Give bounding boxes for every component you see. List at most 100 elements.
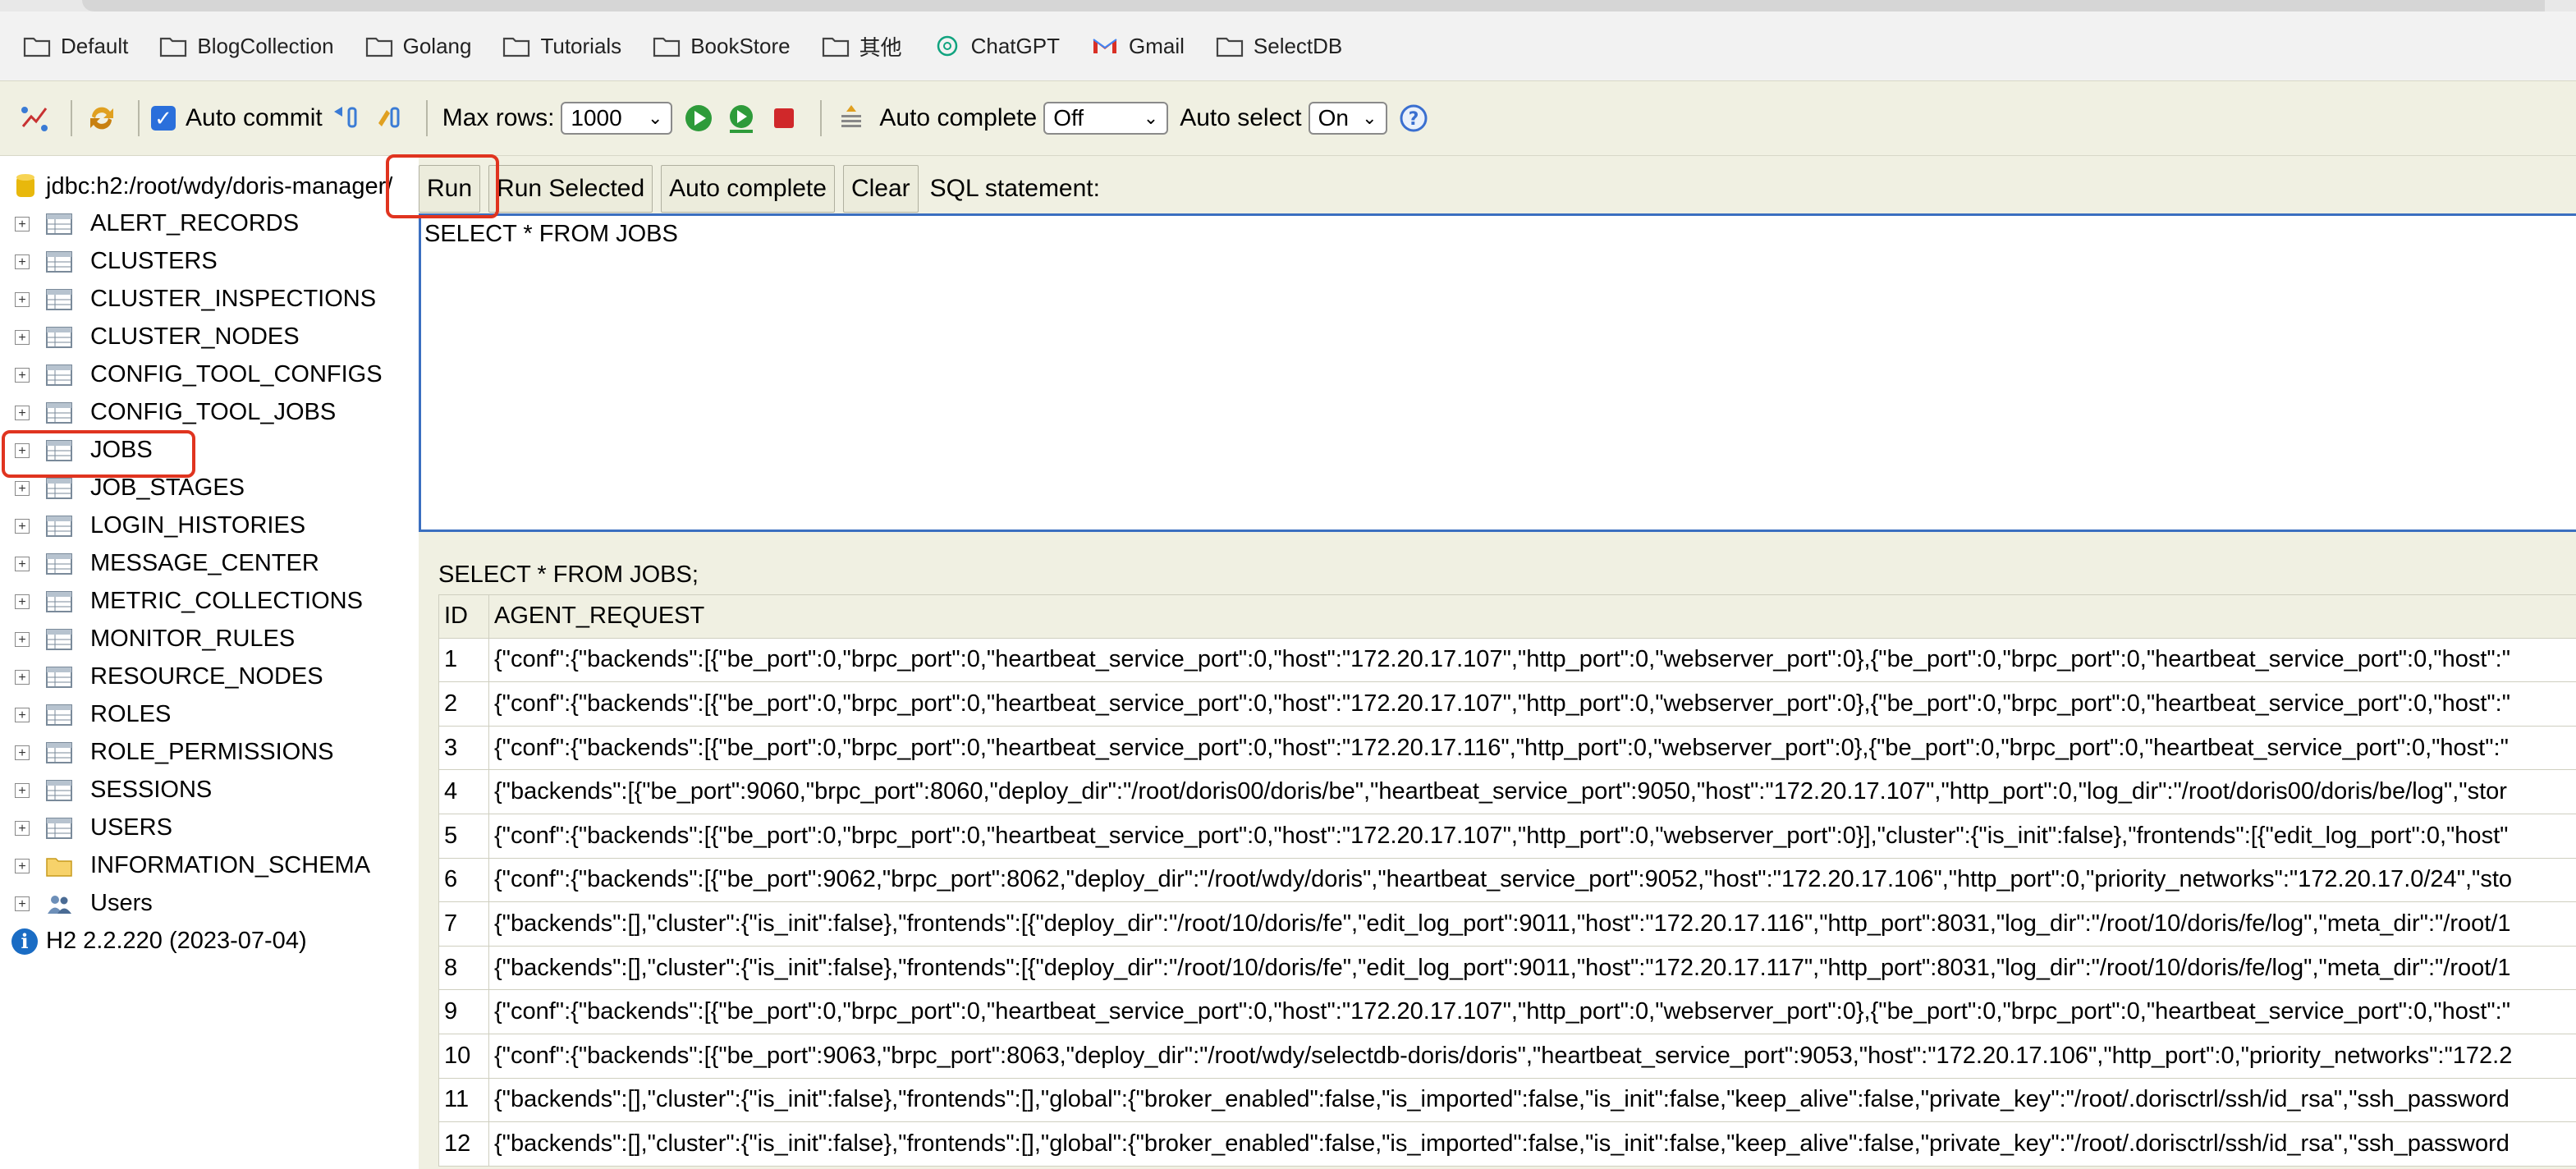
expand-icon[interactable]: +: [15, 518, 30, 534]
expand-icon[interactable]: +: [15, 254, 30, 269]
table-row[interactable]: 1 {"conf":{"backends":[{"be_port":0,"brpc…: [438, 638, 2576, 683]
auto-select-select[interactable]: On ⌄: [1308, 102, 1387, 135]
expand-icon[interactable]: +: [15, 556, 30, 571]
tree-item-metric-collections[interactable]: + METRIC_COLLECTIONS: [15, 588, 363, 615]
disconnect-icon[interactable]: [16, 100, 53, 136]
table-row[interactable]: 6 {"conf":{"backends":[{"be_port":9062,"b…: [438, 858, 2576, 903]
table-icon: [46, 515, 72, 537]
bookmark-bookstore[interactable]: BookStore: [653, 34, 791, 59]
bookmark-blogcollection[interactable]: BlogCollection: [159, 34, 334, 59]
tree-item-config-tool-configs[interactable]: + CONFIG_TOOL_CONFIGS: [15, 361, 383, 388]
bookmark-chatgpt[interactable]: ChatGPT: [933, 34, 1060, 59]
auto-complete-button[interactable]: Auto complete: [661, 165, 835, 213]
auto-complete-label: Auto complete: [879, 104, 1038, 131]
expand-icon[interactable]: +: [15, 745, 30, 760]
tree-item-cluster-nodes[interactable]: + CLUSTER_NODES: [15, 323, 300, 351]
table-row[interactable]: 2 {"conf":{"backends":[{"be_port":0,"brpc…: [438, 682, 2576, 727]
tree-item-users-group[interactable]: + Users: [15, 890, 153, 917]
expand-icon[interactable]: +: [15, 707, 30, 722]
expand-icon[interactable]: +: [15, 329, 30, 345]
cell-agent-request: {"backends":[],"cluster":{"is_init":fals…: [494, 1086, 2510, 1113]
table-row[interactable]: 5 {"conf":{"backends":[{"be_port":0,"brpc…: [438, 814, 2576, 859]
help-icon[interactable]: ?: [1396, 100, 1432, 136]
tree-item-alert-records[interactable]: + ALERT_RECORDS: [15, 210, 299, 237]
clear-button[interactable]: Clear: [842, 165, 919, 213]
expand-icon[interactable]: +: [15, 594, 30, 609]
expand-icon[interactable]: +: [15, 669, 30, 685]
auto-complete-select[interactable]: Off ⌄: [1043, 102, 1169, 135]
tree-item-roles[interactable]: + ROLES: [15, 701, 171, 728]
chevron-down-icon: ⌄: [647, 108, 663, 128]
run-step-icon[interactable]: [723, 100, 759, 136]
column-header-agent-request[interactable]: AGENT_REQUEST: [489, 595, 2576, 638]
tree-item-cluster-inspections[interactable]: + CLUSTER_INSPECTIONS: [15, 286, 376, 313]
toolbar-divider: [138, 100, 140, 136]
tree-item-message-center[interactable]: + MESSAGE_CENTER: [15, 550, 319, 577]
expand-icon[interactable]: +: [15, 216, 30, 232]
stop-icon[interactable]: [766, 100, 802, 136]
tree-item-label: LOGIN_HISTORIES: [90, 512, 306, 539]
expand-icon[interactable]: +: [15, 291, 30, 307]
commit-icon[interactable]: [372, 100, 408, 136]
auto-select-label: Auto select: [1180, 104, 1302, 131]
auto-commit-label: Auto commit: [186, 104, 323, 131]
expand-icon[interactable]: +: [15, 405, 30, 420]
tree-item-users[interactable]: + USERS: [15, 814, 172, 841]
table-row[interactable]: 8 {"backends":[],"cluster":{"is_init":fal…: [438, 946, 2576, 991]
tree-item-information-schema[interactable]: + INFORMATION_SCHEMA: [15, 852, 370, 879]
max-rows-value: 1000: [571, 105, 622, 131]
max-rows-select[interactable]: 1000 ⌄: [561, 102, 673, 135]
tree-item-label: CLUSTER_INSPECTIONS: [90, 286, 377, 312]
expand-icon[interactable]: +: [15, 480, 30, 496]
bookmark-selectdb[interactable]: SelectDB: [1216, 34, 1342, 59]
expand-icon[interactable]: +: [15, 820, 30, 836]
sql-editor[interactable]: SELECT * FROM JOBS: [419, 213, 2576, 532]
tree-item-resource-nodes[interactable]: + RESOURCE_NODES: [15, 663, 323, 690]
column-header-id[interactable]: ID: [438, 595, 489, 638]
table-row[interactable]: 3 {"conf":{"backends":[{"be_port":0,"brpc…: [438, 726, 2576, 771]
refresh-icon[interactable]: [84, 100, 120, 136]
tree-item-config-tool-jobs[interactable]: + CONFIG_TOOL_JOBS: [15, 399, 336, 426]
svg-text:?: ?: [1408, 109, 1419, 130]
cell-id: 5: [438, 814, 489, 858]
table-row[interactable]: 9 {"conf":{"backends":[{"be_port":0,"brpc…: [438, 990, 2576, 1034]
bookmarks-bar: Default BlogCollection Golang Tutorials …: [0, 11, 2576, 80]
table-row[interactable]: 7 {"backends":[],"cluster":{"is_init":fal…: [438, 902, 2576, 947]
connection-node[interactable]: jdbc:h2:/root/wdy/doris-manager/: [15, 172, 392, 200]
expand-icon[interactable]: +: [15, 858, 30, 873]
table-icon: [46, 250, 72, 273]
bookmark-label: 其他: [859, 34, 902, 60]
run-icon[interactable]: [681, 100, 717, 136]
table-row[interactable]: 11 {"backends":[],"cluster":{"is_init":fa…: [438, 1078, 2576, 1123]
bookmark-gmail[interactable]: Gmail: [1091, 34, 1185, 59]
history-icon[interactable]: [833, 100, 869, 136]
expand-icon[interactable]: +: [15, 367, 30, 383]
auto-commit-checkbox[interactable]: ✓: [151, 106, 176, 131]
bookmark-label: Gmail: [1128, 33, 1185, 58]
tree-item-monitor-rules[interactable]: + MONITOR_RULES: [15, 626, 295, 653]
tree-item-label: INFORMATION_SCHEMA: [90, 852, 371, 878]
tree-item-job-stages[interactable]: + JOB_STAGES: [15, 474, 245, 502]
rollback-icon[interactable]: [329, 100, 365, 136]
expand-icon[interactable]: +: [15, 631, 30, 647]
tree-item-login-histories[interactable]: + LOGIN_HISTORIES: [15, 512, 305, 539]
table-row[interactable]: 4 {"backends":[{"be_port":9060,"brpc_port…: [438, 770, 2576, 814]
cell-id: 10: [438, 1034, 489, 1078]
table-row[interactable]: 12 {"backends":[],"cluster":{"is_init":fa…: [438, 1122, 2576, 1167]
tree-item-role-permissions[interactable]: + ROLE_PERMISSIONS: [15, 739, 334, 766]
bookmark-golang[interactable]: Golang: [365, 34, 471, 59]
table-icon: [46, 741, 72, 763]
tree-item-label: Users: [90, 890, 153, 916]
version-label: H2 2.2.220 (2023-07-04): [46, 928, 307, 954]
bookmark-tutorials[interactable]: Tutorials: [502, 34, 621, 59]
expand-icon[interactable]: +: [15, 896, 30, 911]
table-row[interactable]: 10 {"conf":{"backends":[{"be_port":9063,"…: [438, 1034, 2576, 1079]
tree-item-clusters[interactable]: + CLUSTERS: [15, 248, 218, 275]
cell-agent-request: {"conf":{"backends":[{"be_port":9062,"br…: [494, 866, 2513, 893]
run-selected-button[interactable]: Run Selected: [488, 165, 653, 213]
bookmark-default[interactable]: Default: [23, 34, 128, 59]
tree-item-sessions[interactable]: + SESSIONS: [15, 777, 212, 804]
schema-tree: jdbc:h2:/root/wdy/doris-manager/ + ALERT…: [0, 156, 419, 1169]
bookmark-other[interactable]: 其他: [822, 31, 902, 62]
expand-icon[interactable]: +: [15, 782, 30, 798]
